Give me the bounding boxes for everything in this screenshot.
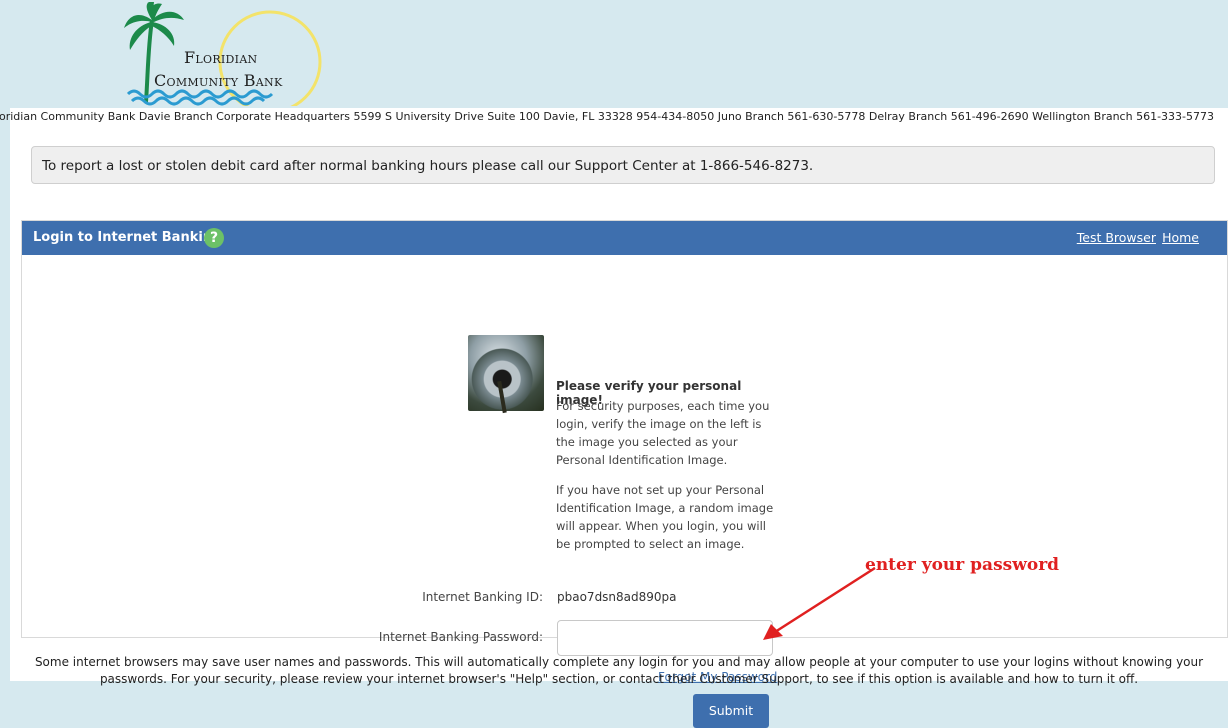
enter-password-annotation: enter your password [865, 555, 1060, 575]
branch-contact-line: Floridian Community Bank Davie Branch Co… [0, 110, 1214, 123]
banking-id-value: pbao7dsn8ad890pa [557, 590, 677, 604]
password-input[interactable] [557, 620, 773, 656]
verify-image-text: For security purposes, each time you log… [556, 399, 770, 467]
home-link[interactable]: Home [1162, 230, 1199, 245]
banking-id-label: Internet Banking ID: [422, 590, 543, 604]
submit-button[interactable]: Submit [693, 694, 769, 728]
site-header: Floridian Community Bank [0, 0, 1228, 114]
personal-identification-image [468, 335, 544, 411]
logo-line-2: Community Bank [154, 71, 283, 90]
page-content: Floridian Community Bank Davie Branch Co… [0, 108, 1228, 728]
panel-title: Login to Internet Banking [33, 230, 222, 245]
logo-line-1: Floridian [184, 48, 258, 67]
login-panel-header: Login to Internet Banking ? Test Browser… [22, 221, 1227, 255]
red-arrow-icon [763, 566, 876, 640]
password-label: Internet Banking Password: [378, 630, 543, 644]
bank-logo[interactable]: Floridian Community Bank [118, 1, 328, 114]
security-footer-note: Some internet browsers may save user nam… [34, 655, 1204, 686]
random-image-text: If you have not set up your Personal Ide… [556, 483, 774, 551]
help-icon[interactable]: ? [204, 228, 224, 248]
lost-card-alert: To report a lost or stolen debit card af… [31, 146, 1215, 184]
test-browser-link[interactable]: Test Browser [1077, 230, 1156, 245]
login-panel: Login to Internet Banking ? Test Browser… [21, 220, 1228, 728]
